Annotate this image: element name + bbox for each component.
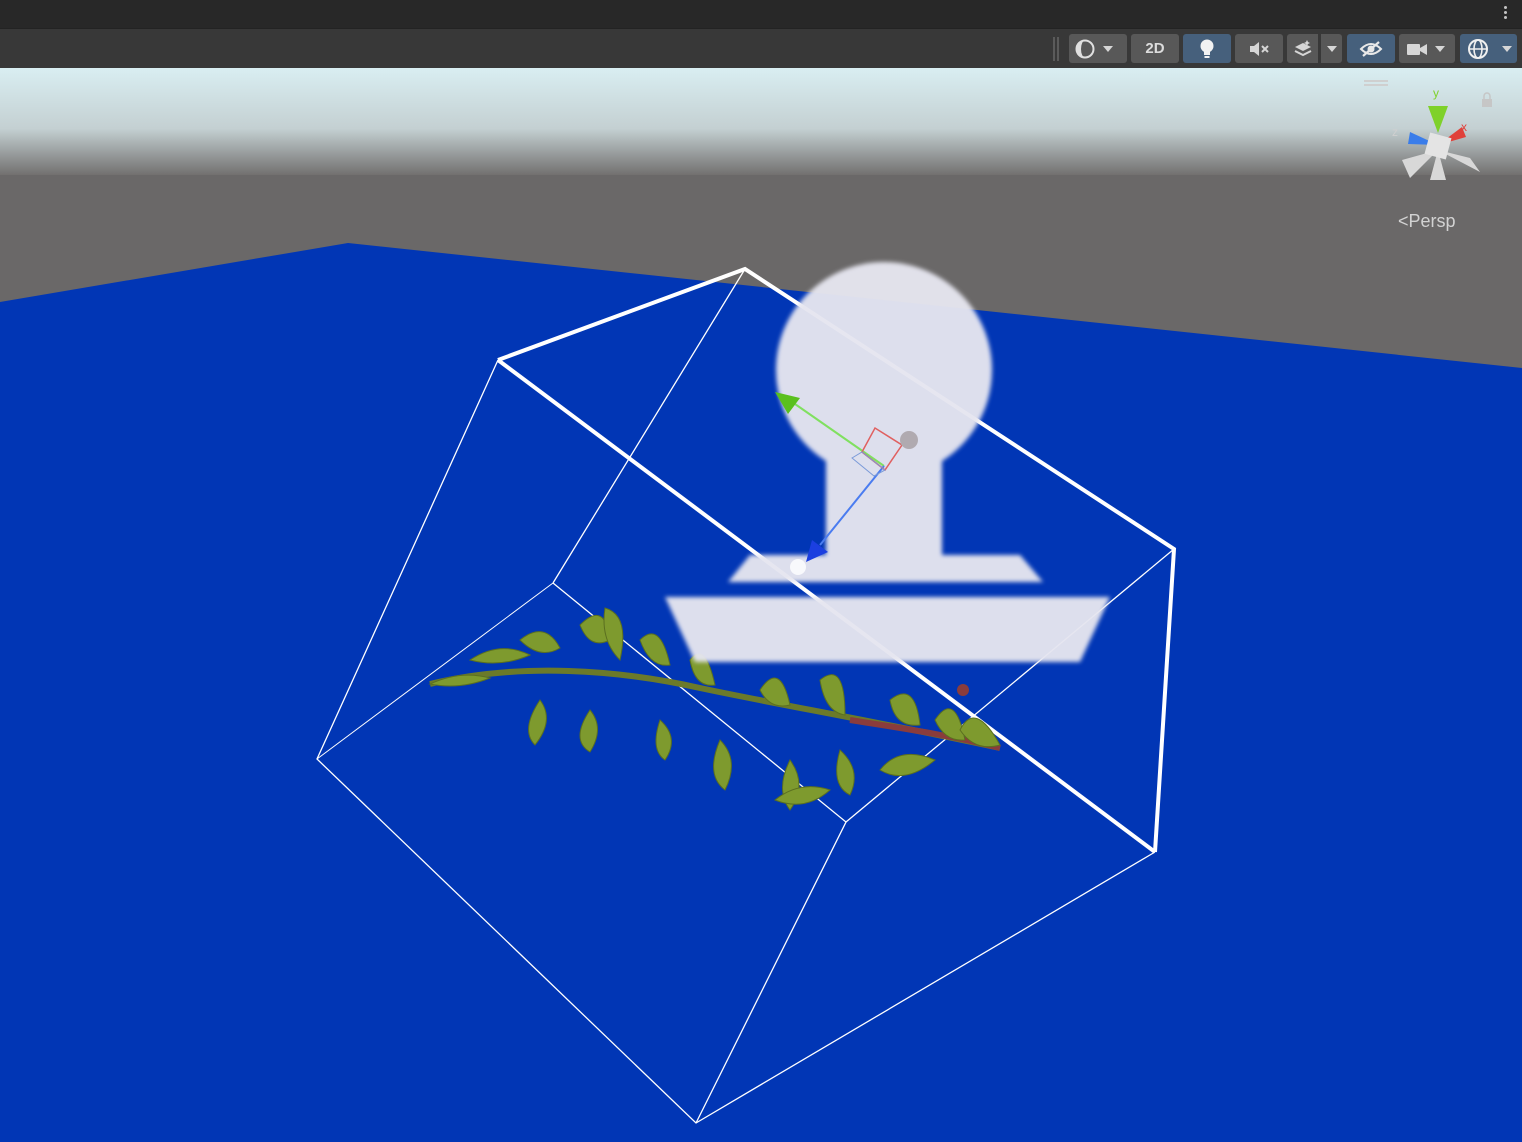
gizmos-toggle-button[interactable] <box>1460 34 1496 63</box>
scene-view-toolbar: 2D <box>0 28 1522 68</box>
shading-mode-dropdown[interactable] <box>1069 34 1127 63</box>
projection-label: Persp <box>1408 211 1456 231</box>
shading-sphere-icon <box>1073 37 1097 61</box>
toggle-2d-button[interactable]: 2D <box>1131 34 1179 63</box>
projection-toggle[interactable]: <Persp <box>1398 211 1456 232</box>
audio-mute-icon <box>1247 37 1271 61</box>
effects-layers-icon <box>1291 37 1315 61</box>
lightbulb-icon <box>1195 37 1219 61</box>
effects-toggle-button[interactable] <box>1287 34 1318 63</box>
effects-dropdown-button[interactable] <box>1321 34 1342 63</box>
toolbar-grip-icon[interactable] <box>1053 37 1059 61</box>
eye-slash-icon <box>1359 37 1383 61</box>
persp-chevron-icon: < <box>1398 211 1409 231</box>
gizmo-z-label: z <box>1392 125 1398 139</box>
audio-toggle-button[interactable] <box>1235 34 1283 63</box>
scene-viewport[interactable]: y x z <Persp <box>0 68 1522 1142</box>
x-axis-handle[interactable] <box>900 431 918 449</box>
more-options-icon[interactable] <box>1502 6 1508 22</box>
scene-canvas[interactable]: y x z <box>0 68 1522 1142</box>
chevron-down-icon <box>1501 45 1512 52</box>
window-title-bar <box>0 0 1522 28</box>
gizmo-globe-icon <box>1466 37 1490 61</box>
chevron-down-icon <box>1326 45 1337 52</box>
lighting-toggle-button[interactable] <box>1183 34 1231 63</box>
toggle-2d-label: 2D <box>1145 40 1165 57</box>
gizmo-x-label: x <box>1461 120 1467 134</box>
gizmos-dropdown-button[interactable] <box>1496 34 1517 63</box>
camera-icon <box>1405 37 1429 61</box>
sky-background <box>0 68 1522 178</box>
hidden-objects-toggle-button[interactable] <box>1347 34 1395 63</box>
gizmo-y-label: y <box>1433 86 1439 100</box>
gizmo-drag-handle[interactable] <box>1364 80 1388 86</box>
camera-settings-dropdown[interactable] <box>1399 34 1455 63</box>
